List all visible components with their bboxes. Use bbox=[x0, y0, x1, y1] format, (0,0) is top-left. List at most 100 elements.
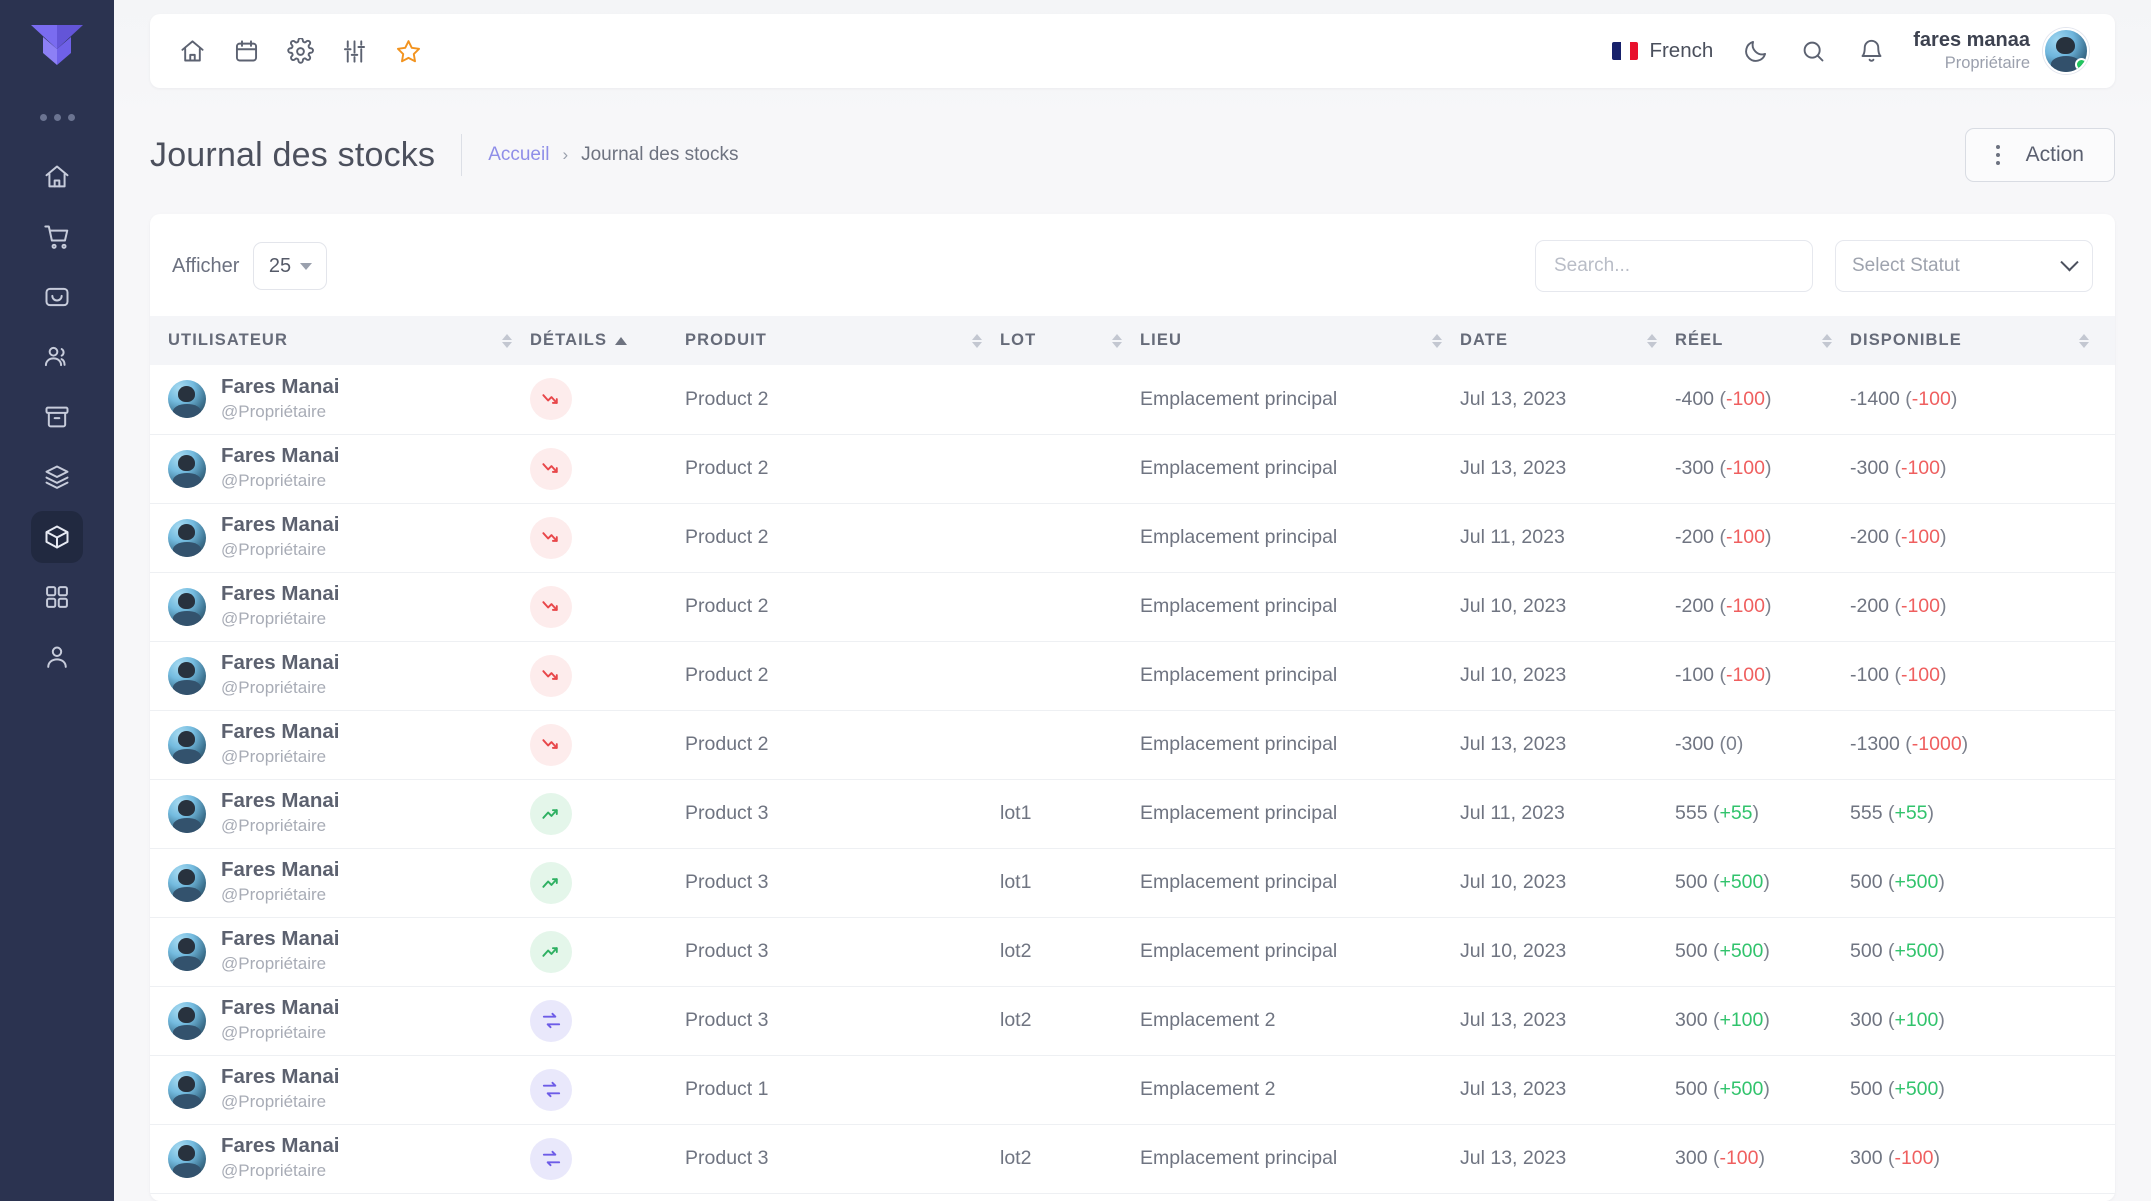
cell-lot bbox=[1000, 641, 1140, 710]
topbar-settings-button[interactable] bbox=[284, 35, 316, 67]
trend-down-icon bbox=[530, 723, 572, 766]
column-header-details[interactable]: DÉTAILS bbox=[530, 316, 685, 365]
cell-details bbox=[530, 1055, 685, 1124]
cell-date: Jul 13, 2023 bbox=[1460, 1009, 1567, 1031]
cell-reel: 555 (+55) bbox=[1675, 802, 1760, 824]
sidebar-item-stock[interactable] bbox=[31, 511, 83, 563]
sidebar-item-home[interactable] bbox=[31, 151, 83, 203]
sidebar-item-customers[interactable] bbox=[31, 331, 83, 383]
table-row[interactable]: Fares Manai @Propriétaire Product 3 lot2 Emp… bbox=[150, 1124, 2115, 1193]
row-user-name: Fares Manai bbox=[221, 444, 340, 468]
sort-icon[interactable] bbox=[1432, 333, 1442, 348]
sidebar-item-inbox[interactable] bbox=[31, 271, 83, 323]
cell-lot bbox=[1000, 572, 1140, 641]
avatar bbox=[168, 656, 206, 695]
cell-disponible: 500 (+500) bbox=[1850, 940, 1945, 962]
cell-produit: Product 3 bbox=[685, 940, 769, 962]
sort-icon[interactable] bbox=[1647, 333, 1657, 348]
moon-icon[interactable] bbox=[1739, 35, 1771, 67]
sidebar-more-dots[interactable] bbox=[39, 114, 75, 121]
table-header: UTILISATEUR DÉTAILS PRODUIT LOT LIEU DAT… bbox=[150, 316, 2115, 365]
column-header-lieu[interactable]: LIEU bbox=[1140, 316, 1460, 365]
cell-details bbox=[530, 434, 685, 503]
column-header-date[interactable]: DATE bbox=[1460, 316, 1675, 365]
search-icon[interactable] bbox=[1797, 35, 1829, 67]
cell-reel: 300 (-100) bbox=[1675, 1147, 1765, 1169]
cell-disponible: -200 (-100) bbox=[1850, 595, 1947, 617]
cell-date: Jul 10, 2023 bbox=[1460, 595, 1567, 617]
cell-produit: Product 2 bbox=[685, 387, 769, 410]
brand-logo[interactable] bbox=[29, 22, 85, 68]
table-row[interactable]: Fares Manai @Propriétaire Product 2 Emplace… bbox=[150, 365, 2115, 434]
cell-utilisateur: Fares Manai @Propriétaire bbox=[150, 1055, 530, 1124]
cell-lot bbox=[1000, 1055, 1140, 1124]
page-size-control: Afficher 25 bbox=[168, 242, 328, 290]
breadcrumb-separator: › bbox=[562, 145, 569, 164]
sidebar-item-profile[interactable] bbox=[31, 631, 83, 683]
user-menu[interactable]: fares manaa Propriétaire bbox=[1913, 28, 2089, 74]
search-input[interactable] bbox=[1535, 240, 1813, 292]
cell-lieu: Emplacement principal bbox=[1140, 526, 1338, 548]
sort-icon[interactable] bbox=[1822, 333, 1832, 348]
row-user-handle: @Propriétaire bbox=[221, 1091, 327, 1111]
table-row[interactable]: Fares Manai @Propriétaire Product 2 Emplace… bbox=[150, 434, 2115, 503]
table-row[interactable]: Fares Manai @Propriétaire Product 3 lot2 Emp… bbox=[150, 986, 2115, 1055]
breadcrumb-home-link[interactable]: Accueil bbox=[488, 144, 549, 166]
breadcrumb-current: Journal des stocks bbox=[581, 144, 739, 165]
sort-icon[interactable] bbox=[972, 333, 982, 348]
cell-details bbox=[530, 848, 685, 917]
bell-icon[interactable] bbox=[1855, 35, 1887, 67]
action-button[interactable]: Action bbox=[1964, 128, 2115, 182]
table-row[interactable]: Fares Manai @Propriétaire Product 2 Emplace… bbox=[150, 710, 2115, 779]
cell-details bbox=[530, 1124, 685, 1193]
cell-reel: 500 (+500) bbox=[1675, 871, 1770, 893]
sort-icon[interactable] bbox=[502, 333, 512, 348]
sort-asc-icon[interactable] bbox=[615, 336, 628, 345]
topbar-home-button[interactable] bbox=[176, 35, 208, 67]
table-row[interactable]: Fares Manai @Propriétaire Product 3 lot1 Emp… bbox=[150, 779, 2115, 848]
cell-details bbox=[530, 710, 685, 779]
status-select[interactable]: Select Statut bbox=[1835, 240, 2093, 292]
page-size-select[interactable]: 25 bbox=[253, 242, 328, 290]
table-row[interactable]: Fares Manai @Propriétaire Product 2 Emplace… bbox=[150, 572, 2115, 641]
row-user-name: Fares Manai bbox=[221, 513, 340, 537]
cell-disponible: -200 (-100) bbox=[1850, 526, 1947, 548]
main-area: French fares manaa Propriétaire Journal … bbox=[114, 0, 2151, 1201]
avatar bbox=[168, 1139, 206, 1178]
sidebar-item-orders[interactable] bbox=[31, 211, 83, 263]
topbar-favorites-button[interactable] bbox=[392, 35, 424, 67]
table-row[interactable]: Fares Manai @Propriétaire Product 2 Emplace… bbox=[150, 503, 2115, 572]
user-role: Propriétaire bbox=[1944, 54, 2030, 73]
sidebar-item-archive[interactable] bbox=[31, 391, 83, 443]
table-row[interactable]: Fares Manai @Propriétaire Product 2 Emplace… bbox=[150, 641, 2115, 710]
page-size-label: Afficher bbox=[172, 254, 240, 277]
column-header-disponible[interactable]: DISPONIBLE bbox=[1850, 316, 2115, 365]
column-header-lot[interactable]: LOT bbox=[1000, 316, 1140, 365]
row-user-handle: @Propriétaire bbox=[221, 884, 327, 904]
column-header-utilisateur[interactable]: UTILISATEUR bbox=[150, 316, 530, 365]
column-header-reel[interactable]: RÉEL bbox=[1675, 316, 1850, 365]
cell-date: Jul 13, 2023 bbox=[1460, 1147, 1567, 1169]
row-user-handle: @Propriétaire bbox=[221, 815, 327, 835]
table-row[interactable]: Fares Manai @Propriétaire Product 3 lot2 Emp… bbox=[150, 917, 2115, 986]
sidebar-item-layers[interactable] bbox=[31, 451, 83, 503]
column-header-produit[interactable]: PRODUIT bbox=[685, 316, 1000, 365]
sort-icon[interactable] bbox=[1112, 333, 1122, 348]
language-selector[interactable]: French bbox=[1612, 39, 1713, 63]
cell-details bbox=[530, 572, 685, 641]
table-row[interactable]: Fares Manai @Propriétaire Product 1 Emplace… bbox=[150, 1055, 2115, 1124]
cell-disponible: 500 (+500) bbox=[1850, 871, 1945, 893]
trend-up-icon bbox=[530, 792, 572, 835]
topbar-calendar-button[interactable] bbox=[230, 35, 262, 67]
sidebar-item-apps[interactable] bbox=[31, 571, 83, 623]
user-info: fares manaa Propriétaire bbox=[1913, 28, 2030, 74]
table-row[interactable]: Fares Manai @Propriétaire Product 3 lot1 Emp… bbox=[150, 848, 2115, 917]
cell-produit: Product 2 bbox=[685, 595, 769, 617]
avatar bbox=[168, 587, 206, 626]
cell-lieu: Emplacement 2 bbox=[1140, 1009, 1276, 1031]
topbar-filters-button[interactable] bbox=[338, 35, 370, 67]
cell-lieu: Emplacement principal bbox=[1140, 1147, 1338, 1169]
cell-disponible: -300 (-100) bbox=[1850, 457, 1947, 479]
sort-icon[interactable] bbox=[2079, 333, 2089, 348]
avatar[interactable] bbox=[2043, 28, 2089, 74]
